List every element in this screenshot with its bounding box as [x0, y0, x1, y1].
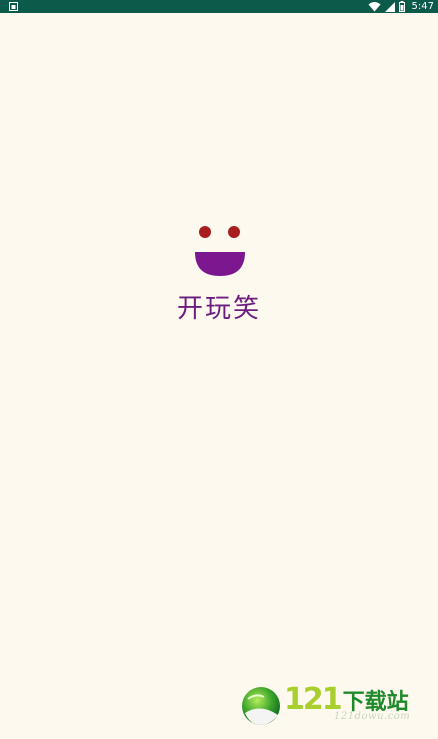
watermark: 121下载站 121dowu.com — [240, 683, 430, 731]
globe-logo-icon — [242, 687, 280, 725]
app-name: 开玩笑 — [176, 294, 261, 324]
smiley-icon — [195, 226, 245, 276]
splash-screen: 开玩笑 — [0, 0, 438, 739]
watermark-domain: 121dowu.com — [334, 711, 411, 722]
watermark-number: 121 — [284, 682, 343, 717]
